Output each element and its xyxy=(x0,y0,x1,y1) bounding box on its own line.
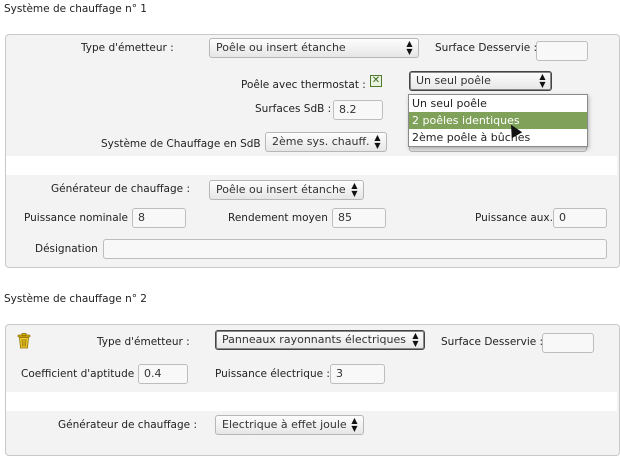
poele-type-dropdown[interactable]: Un seul poêle 2 poêles identiques 2ème p… xyxy=(408,94,588,147)
dropdown-option-highlighted[interactable]: 2 poêles identiques xyxy=(409,112,587,129)
surface-desservie-2-input[interactable] xyxy=(542,333,594,353)
designation-label: Désignation xyxy=(35,243,98,255)
rendement-moyen-label: Rendement moyen xyxy=(228,212,328,224)
surface-desservie-2-label: Surface Desservie : xyxy=(441,336,543,348)
section-1-title: Système de chauffage n° 1 xyxy=(4,3,147,15)
generateur-label: Générateur de chauffage : xyxy=(51,183,190,195)
designation-input[interactable] xyxy=(103,239,607,259)
puissance-nominale-label: Puissance nominale xyxy=(24,212,128,224)
select-arrows-icon: ▲▼ xyxy=(350,182,359,198)
type-emetteur-value: Poêle ou insert étanche xyxy=(216,41,346,54)
puissance-electrique-input[interactable]: 3 xyxy=(330,364,385,384)
coefficient-label: Coefficient d'aptitude xyxy=(21,368,134,380)
surfaces-sdb-label: Surfaces SdB : xyxy=(255,103,331,115)
select-arrows-icon: ▲▼ xyxy=(411,332,420,348)
section-2-divider xyxy=(6,392,617,411)
select-arrows-icon: ▲▼ xyxy=(538,73,547,89)
systeme-sdb-label: Système de Chauffage en SdB : xyxy=(101,138,267,150)
generateur-value: Poêle ou insert étanche xyxy=(216,183,346,196)
dropdown-option[interactable]: 2ème poêle à bûches xyxy=(409,129,587,146)
trash-icon[interactable] xyxy=(17,333,31,349)
coefficient-input[interactable]: 0.4 xyxy=(138,364,188,384)
surface-desservie-label: Surface Desservie : xyxy=(435,42,537,54)
puissance-aux-input[interactable]: 0 xyxy=(553,208,607,228)
select-arrows-icon: ▲▼ xyxy=(350,417,359,433)
select-arrows-icon: ▲▼ xyxy=(405,40,414,56)
puissance-electrique-label: Puissance électrique : xyxy=(215,368,330,380)
select-arrows-icon: ▲▼ xyxy=(373,134,382,150)
systeme-sdb-value: 2ème sys. chauff. xyxy=(272,135,370,148)
poele-thermostat-label: Poêle avec thermostat : xyxy=(241,79,366,91)
rendement-moyen-input[interactable]: 85 xyxy=(332,208,386,228)
type-emetteur-2-select[interactable]: Panneaux rayonnants électriques ▲▼ xyxy=(215,330,425,350)
puissance-aux-label: Puissance aux. xyxy=(475,212,553,224)
poele-type-select[interactable]: Un seul poêle ▲▼ xyxy=(409,71,552,91)
surfaces-sdb-input[interactable]: 8.2 xyxy=(333,100,383,120)
generateur-select[interactable]: Poêle ou insert étanche ▲▼ xyxy=(209,180,364,200)
checkbox-check-icon: ✕ xyxy=(372,75,380,86)
generateur-2-label: Générateur de chauffage : xyxy=(58,419,197,431)
generateur-2-value: Electrique à effet joule xyxy=(222,418,347,431)
section-2-title: Système de chauffage n° 2 xyxy=(4,293,147,305)
dropdown-option[interactable]: Un seul poêle xyxy=(409,95,587,112)
type-emetteur-2-value: Panneaux rayonnants électriques xyxy=(222,333,406,346)
systeme-sdb-select[interactable]: 2ème sys. chauff. ▲▼ xyxy=(265,132,387,152)
generateur-2-select[interactable]: Electrique à effet joule ▲▼ xyxy=(215,415,364,435)
type-emetteur-2-label: Type d'émetteur : xyxy=(97,336,190,348)
poele-type-value: Un seul poêle xyxy=(416,74,491,87)
section-1-divider xyxy=(6,156,617,175)
puissance-nominale-input[interactable]: 8 xyxy=(132,208,186,228)
type-emetteur-label: Type d'émetteur : xyxy=(81,42,174,54)
type-emetteur-select[interactable]: Poêle ou insert étanche ▲▼ xyxy=(209,38,419,58)
surface-desservie-input[interactable] xyxy=(536,41,588,61)
poele-thermostat-checkbox[interactable]: ✕ xyxy=(370,75,382,87)
